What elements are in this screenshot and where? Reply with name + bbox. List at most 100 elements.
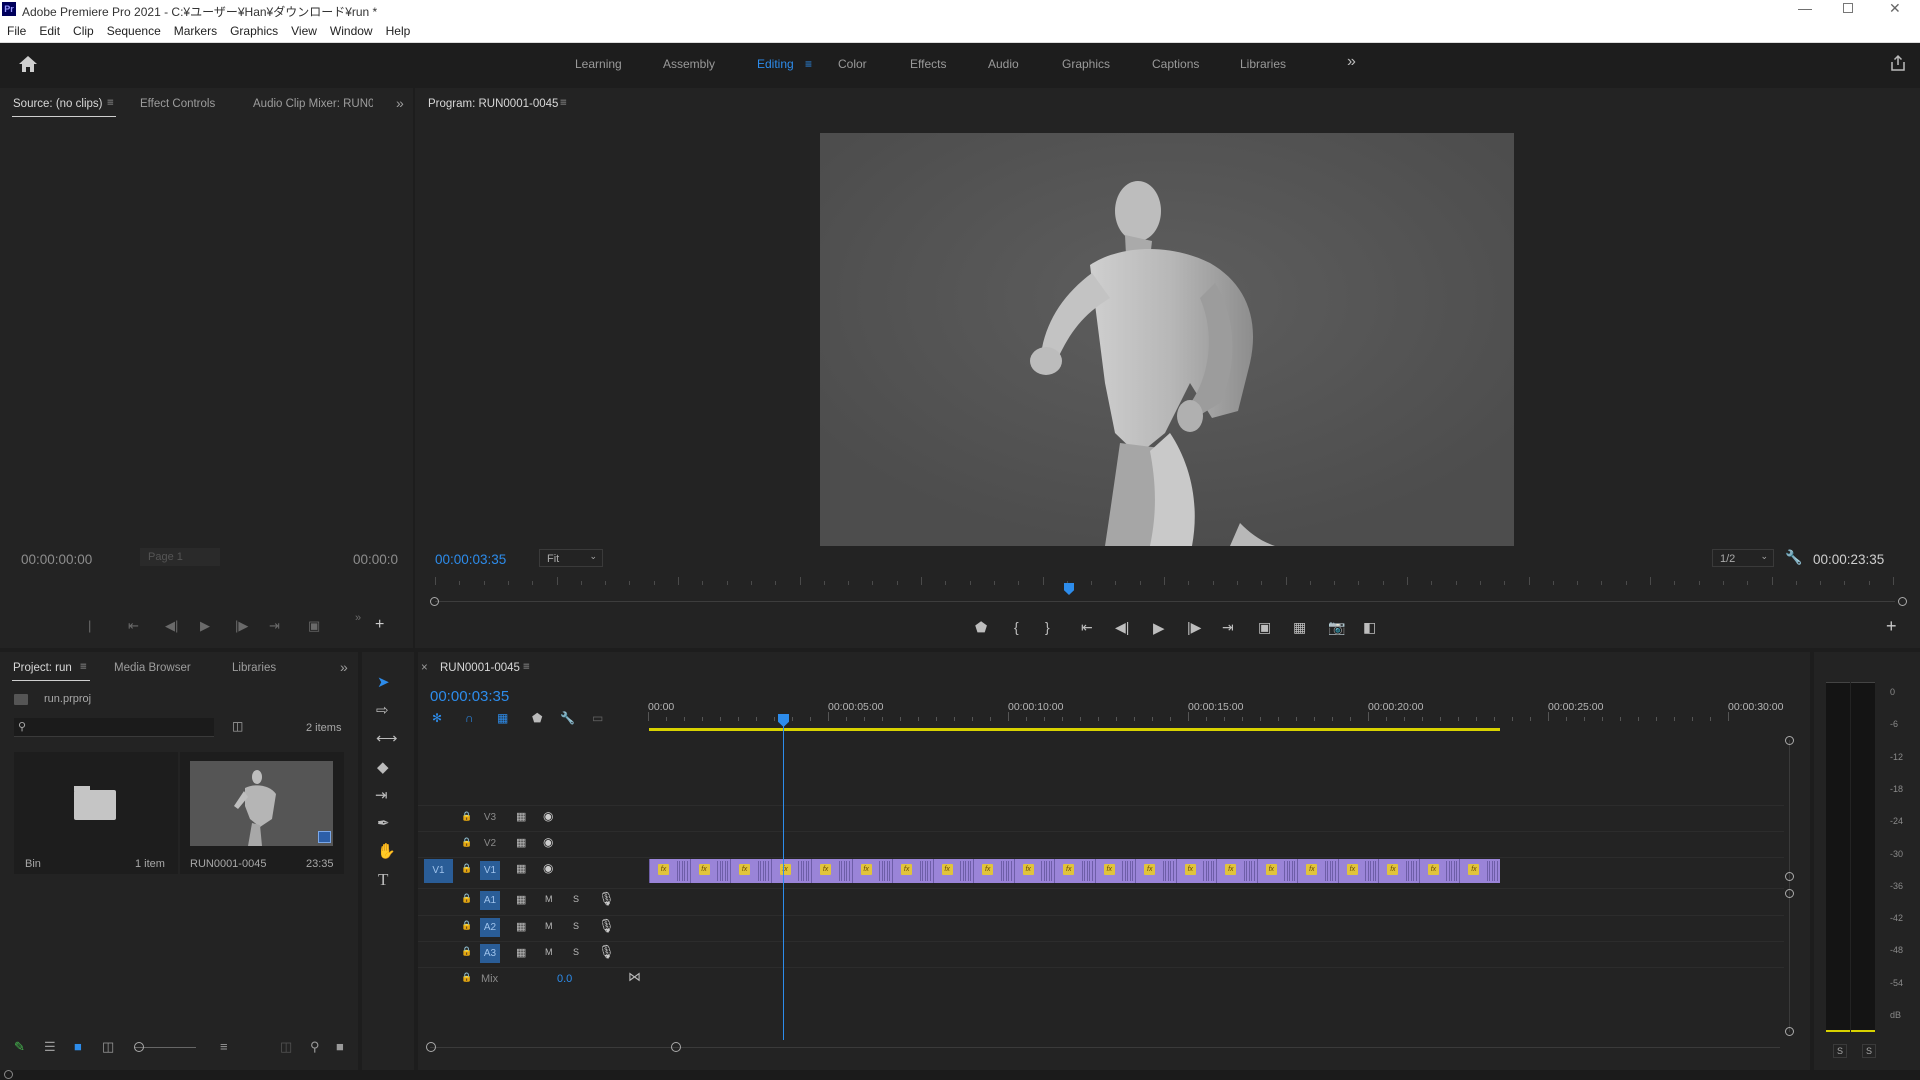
write-mode-icon[interactable]: ✎ bbox=[14, 1039, 25, 1055]
lift-icon[interactable]: ▣ bbox=[1258, 619, 1271, 636]
track-label[interactable]: V2 bbox=[480, 834, 500, 853]
video-clip[interactable]: fx bbox=[1337, 859, 1379, 883]
source-tab-menu-icon[interactable]: ≡ bbox=[107, 97, 114, 109]
type-tool-icon[interactable]: T bbox=[378, 870, 388, 890]
comparison-view-icon[interactable]: ◧ bbox=[1363, 619, 1376, 636]
hscroll-handle-left[interactable] bbox=[426, 1042, 436, 1052]
new-search-bin-icon[interactable]: ◫ bbox=[232, 719, 243, 733]
step-back-icon[interactable]: ◀| bbox=[1115, 619, 1129, 636]
ripple-edit-tool-icon[interactable]: ⟷ bbox=[376, 729, 398, 747]
sync-lock-icon[interactable]: ▦ bbox=[516, 946, 526, 959]
workspace-graphics[interactable]: Graphics bbox=[1062, 57, 1110, 71]
home-icon[interactable] bbox=[18, 55, 38, 73]
video-clip[interactable]: fx bbox=[1054, 859, 1095, 883]
vscroll-handle-top[interactable] bbox=[1785, 736, 1794, 745]
extract-icon[interactable]: ▦ bbox=[1293, 619, 1306, 636]
track-label[interactable]: A1 bbox=[480, 891, 500, 910]
source-timecode-in[interactable]: 00:00:00:00 bbox=[21, 552, 92, 567]
tab-project[interactable]: Project: run bbox=[13, 662, 72, 674]
video-clip[interactable]: fx bbox=[811, 859, 852, 883]
menu-file[interactable]: File bbox=[0, 20, 32, 38]
hscroll-handle-right[interactable] bbox=[671, 1042, 681, 1052]
share-icon[interactable] bbox=[1889, 54, 1907, 72]
slip-tool-icon[interactable]: ⇥ bbox=[375, 786, 388, 804]
video-clip[interactable]: fx bbox=[1297, 859, 1338, 883]
program-tab-menu-icon[interactable]: ≡ bbox=[560, 97, 567, 109]
track-select-tool-icon[interactable]: ⇨ bbox=[376, 701, 389, 719]
timeline-settings-icon[interactable]: 🔧 bbox=[560, 711, 575, 725]
lock-icon[interactable]: 🔒 bbox=[461, 893, 472, 904]
workspace-captions[interactable]: Captions bbox=[1152, 57, 1199, 71]
vertical-scroll-bar[interactable] bbox=[1789, 740, 1790, 1032]
selection-tool-icon[interactable]: ➤ bbox=[377, 673, 390, 691]
workspace-audio[interactable]: Audio bbox=[988, 57, 1019, 71]
menu-clip[interactable]: Clip bbox=[66, 20, 100, 38]
video-clip[interactable]: fx bbox=[851, 859, 893, 883]
panel-overflow-icon[interactable]: » bbox=[396, 95, 404, 111]
linked-selection-icon[interactable]: ▦ bbox=[497, 711, 508, 725]
lock-icon[interactable]: 🔒 bbox=[461, 837, 472, 848]
pen-tool-icon[interactable]: ✒ bbox=[377, 814, 390, 832]
mark-out-icon[interactable]: } bbox=[1045, 619, 1050, 635]
video-clip[interactable]: fx bbox=[770, 859, 812, 883]
video-clip[interactable]: fx bbox=[1175, 859, 1217, 883]
sort-icon[interactable]: ≡ bbox=[220, 1039, 228, 1054]
tab-audio-clip-mixer[interactable]: Audio Clip Mixer: RUN0( bbox=[253, 98, 373, 110]
program-tab[interactable]: Program: RUN0001-0045 bbox=[428, 98, 558, 110]
program-scroll-bar[interactable] bbox=[435, 601, 1895, 602]
go-to-mix-end-icon[interactable]: ⋈ bbox=[628, 969, 641, 985]
workspace-color[interactable]: Color bbox=[838, 57, 867, 71]
horizontal-scroll-bar[interactable] bbox=[430, 1047, 1780, 1048]
video-clip[interactable]: fx bbox=[689, 859, 731, 883]
menu-edit[interactable]: Edit bbox=[32, 20, 66, 38]
add-marker-icon[interactable]: ⬟ bbox=[532, 711, 542, 725]
maximize-icon[interactable] bbox=[1843, 3, 1853, 13]
microphone-icon[interactable]: 🎙 bbox=[598, 944, 615, 960]
tab-media-browser[interactable]: Media Browser bbox=[114, 662, 191, 674]
solo-left-button[interactable]: S bbox=[1833, 1044, 1847, 1058]
solo-button[interactable]: S bbox=[573, 894, 579, 904]
workspace-libraries[interactable]: Libraries bbox=[1240, 57, 1286, 71]
page-selector[interactable]: Page 1 bbox=[140, 548, 220, 566]
go-to-out-icon[interactable]: ⇥ bbox=[269, 618, 280, 634]
snap-icon[interactable]: ∩ bbox=[465, 711, 474, 725]
close-sequence-icon[interactable]: × bbox=[421, 662, 428, 674]
vscroll-handle-bottom[interactable] bbox=[1785, 1027, 1794, 1036]
mark-in-icon[interactable]: { bbox=[1014, 619, 1019, 635]
workspace-overflow-icon[interactable]: » bbox=[1347, 53, 1356, 71]
track-label[interactable]: V1 bbox=[480, 861, 500, 880]
program-playhead[interactable] bbox=[1064, 583, 1074, 595]
mute-button[interactable]: M bbox=[545, 921, 553, 931]
scroll-handle-right[interactable] bbox=[1898, 597, 1907, 606]
workspace-editing[interactable]: Editing bbox=[757, 57, 794, 71]
video-clip[interactable]: fx bbox=[973, 859, 1014, 883]
work-area-bar[interactable] bbox=[649, 728, 1500, 731]
new-bin-icon[interactable]: ■ bbox=[336, 1039, 344, 1054]
timeline-ruler[interactable]: 00:00 00:00:05:00 00:00:10:00 00:00:15:00 00… bbox=[648, 696, 1788, 726]
panel-overflow-icon[interactable]: » bbox=[340, 659, 348, 675]
timeline-tab-menu-icon[interactable]: ≡ bbox=[523, 661, 530, 673]
menu-help[interactable]: Help bbox=[379, 20, 417, 38]
track-label[interactable]: A3 bbox=[480, 944, 500, 963]
solo-button[interactable]: S bbox=[573, 947, 579, 957]
vscroll-handle-mid[interactable] bbox=[1785, 872, 1794, 881]
menu-graphics[interactable]: Graphics bbox=[223, 20, 284, 38]
find-icon[interactable]: ⚲ bbox=[310, 1039, 320, 1055]
freeform-view-icon[interactable]: ◫ bbox=[102, 1039, 114, 1055]
eye-icon[interactable]: ◉ bbox=[543, 809, 553, 823]
bin-item[interactable]: Bin 1 item bbox=[14, 752, 178, 874]
tab-source[interactable]: Source: (no clips) bbox=[13, 98, 102, 110]
mute-button[interactable]: M bbox=[545, 947, 553, 957]
sequence-item[interactable]: RUN0001-0045 23:35 bbox=[180, 752, 344, 874]
zoom-handle[interactable] bbox=[134, 1042, 144, 1052]
video-clip[interactable]: fx bbox=[1135, 859, 1176, 883]
go-to-out-icon[interactable]: ⇥ bbox=[1222, 619, 1234, 636]
export-frame-icon[interactable]: 📷 bbox=[1328, 619, 1345, 636]
add-button-icon[interactable]: + bbox=[375, 616, 384, 634]
razor-tool-icon[interactable]: ◆ bbox=[377, 758, 389, 776]
close-icon[interactable]: ✕ bbox=[1889, 0, 1901, 17]
play-icon[interactable]: ▶ bbox=[200, 618, 210, 634]
hand-tool-icon[interactable]: ✋ bbox=[377, 842, 396, 860]
play-icon[interactable]: ▶ bbox=[1153, 619, 1165, 637]
icon-view-icon[interactable]: ■ bbox=[74, 1039, 82, 1054]
